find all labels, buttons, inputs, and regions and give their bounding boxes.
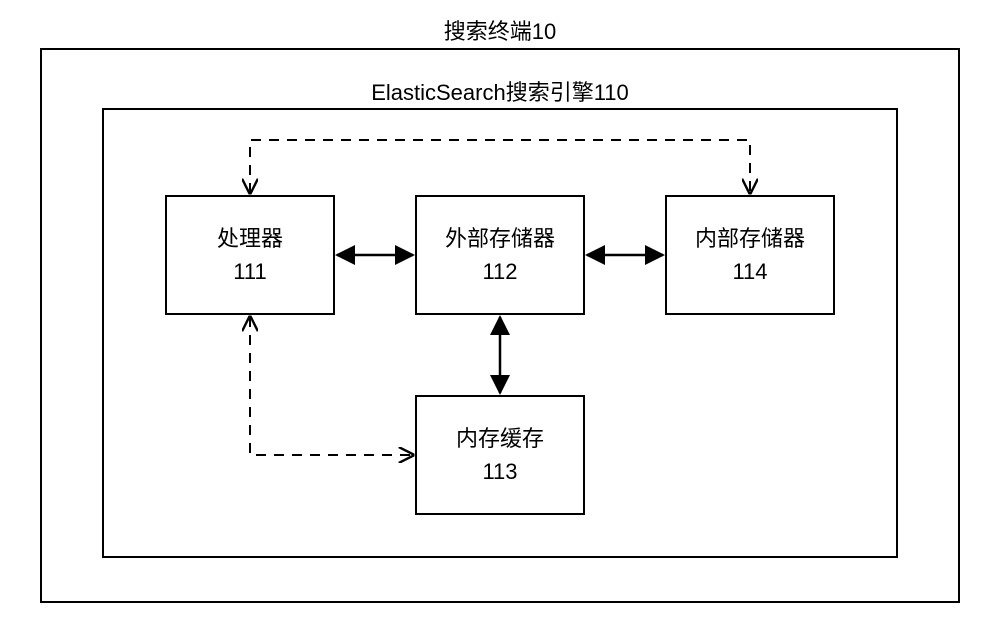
component-processor: 处理器 111 (165, 195, 335, 315)
component-label: 外部存储器 (445, 222, 555, 255)
component-internal-storage: 内部存储器 114 (665, 195, 835, 315)
inner-title: ElasticSearch搜索引擎110 (0, 75, 1000, 107)
component-num: 112 (482, 255, 517, 288)
outer-title: 搜索终端10 (0, 14, 1000, 46)
component-num: 113 (482, 455, 517, 488)
component-label: 处理器 (217, 222, 283, 255)
component-num: 111 (233, 255, 266, 288)
component-label: 内部存储器 (695, 222, 805, 255)
component-memory-cache: 内存缓存 113 (415, 395, 585, 515)
component-external-storage: 外部存储器 112 (415, 195, 585, 315)
component-num: 114 (732, 255, 767, 288)
component-label: 内存缓存 (456, 422, 544, 455)
